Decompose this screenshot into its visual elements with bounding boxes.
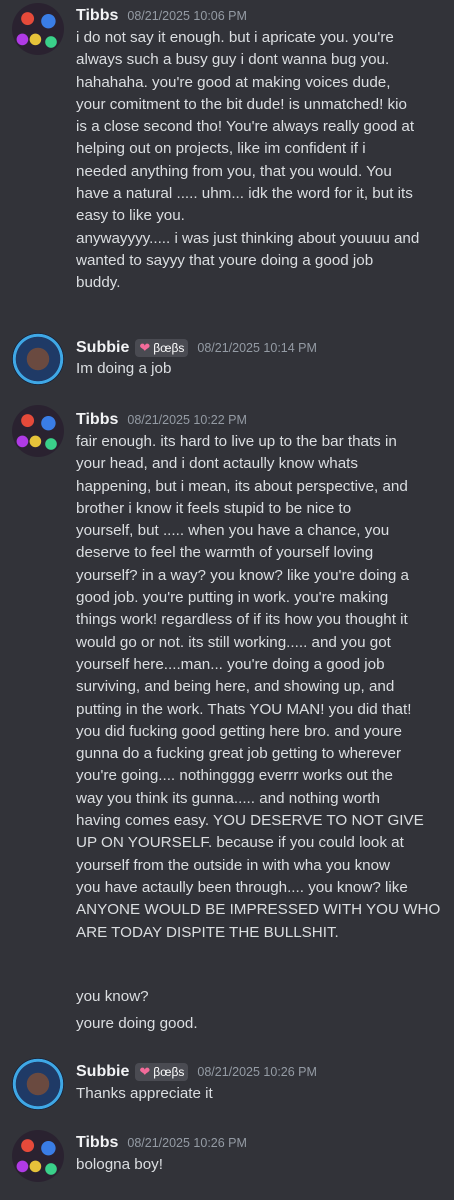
message-line: always such a busy guy i dont wanna bug …	[76, 51, 390, 69]
timestamp: 08/21/2025 10:26 PM	[197, 1065, 317, 1079]
message-line: good job. you're putting in work. you're…	[76, 589, 389, 607]
message-line: youre doing good.	[76, 1015, 198, 1032]
heart-icon: ❤	[139, 340, 151, 355]
message-header: Tibbs 08/21/2025 10:06 PM	[76, 5, 247, 27]
message-header: Subbie ❤ βœβs 08/21/2025 10:14 PM	[76, 337, 317, 359]
avatar[interactable]	[12, 405, 64, 457]
message-header: Tibbs 08/21/2025 10:26 PM	[76, 1132, 247, 1154]
avatar[interactable]	[12, 333, 64, 385]
message-line: ANYONE WOULD BE IMPRESSED WITH YOU WHO	[76, 901, 441, 919]
message-line: bologna boy!	[76, 1156, 163, 1173]
timestamp: 08/21/2025 10:26 PM	[127, 1136, 247, 1150]
message-line: hahahaha. you're good at making voices d…	[76, 73, 391, 91]
message-header: Tibbs 08/21/2025 10:22 PM	[76, 409, 247, 431]
heart-icon: ❤	[139, 1064, 151, 1079]
message-line: your head, and i dont actaully know what…	[76, 455, 358, 473]
author-name[interactable]: Tibbs	[76, 7, 118, 25]
message-content: fair enough. its hard to live up to the …	[76, 431, 448, 944]
message-line: your comitment to the bit dude! is unmat…	[76, 95, 407, 113]
timestamp: 08/21/2025 10:06 PM	[127, 9, 247, 23]
message-header: Subbie ❤ βœβs 08/21/2025 10:26 PM	[76, 1061, 317, 1083]
guild-tag[interactable]: ❤ βœβs	[135, 1063, 189, 1081]
message-line: helping out on projects, like im confide…	[76, 140, 366, 158]
message-content: Thanks appreciate it	[76, 1083, 448, 1105]
message-line: wanted to sayyy that youre doing a good …	[76, 251, 374, 269]
message-line: i do not say it enough. but i apricate y…	[76, 29, 394, 46]
message-line: brother i know it feels stupid to be nic…	[76, 499, 352, 517]
message-content-followup: youre doing good.	[76, 1013, 448, 1035]
message-line: putting in the work. Thats YOU MAN! you …	[76, 700, 412, 718]
message-line: gunna do a fucking great job getting to …	[76, 745, 402, 763]
message-line: having comes easy. YOU DESERVE TO NOT GI…	[76, 812, 424, 830]
message-line: yourself here....man... you're doing a g…	[76, 655, 385, 673]
message-content: bologna boy!	[76, 1154, 448, 1176]
message-content: i do not say it enough. but i apricate y…	[76, 27, 448, 295]
guild-tag[interactable]: ❤ βœβs	[135, 339, 189, 357]
avatar[interactable]	[12, 1130, 64, 1182]
message-line: yourself? in a way? you know? like you'r…	[76, 566, 409, 584]
message-line: fair enough. its hard to live up to the …	[76, 433, 397, 450]
author-name[interactable]: Subbie	[76, 339, 129, 357]
message-line: you're going.... nothingggg everrr works…	[76, 767, 393, 785]
timestamp: 08/21/2025 10:14 PM	[197, 341, 317, 355]
avatar[interactable]	[12, 3, 64, 55]
message-line: things work! regardless of if its how yo…	[76, 611, 408, 629]
message-line: you know?	[76, 988, 149, 1005]
message-line: way you think its gunna..... and nothing…	[76, 789, 380, 807]
message-line: needed anything from you, that you would…	[76, 162, 392, 180]
guild-tag-label: βœβs	[153, 1065, 185, 1079]
message-line: yourself, but ..... when you have a chan…	[76, 522, 390, 540]
message-line: surviving, and being here, and showing u…	[76, 678, 395, 696]
message-line: ARE TODAY DISPITE THE BULLSHIT.	[76, 923, 339, 941]
author-name[interactable]: Tibbs	[76, 1134, 118, 1152]
message-line: you did fucking good getting here bro. a…	[76, 722, 402, 740]
message-line: Im doing a job	[76, 360, 172, 377]
author-name[interactable]: Tibbs	[76, 411, 118, 429]
message-line: would go or not. its still working..... …	[76, 633, 391, 651]
message-line: have a natural ..... uhm... idk the word…	[76, 185, 413, 203]
message-line: you have actaully been through.... you k…	[76, 878, 408, 896]
message-content: Im doing a job	[76, 358, 448, 380]
message-line: buddy.	[76, 274, 121, 292]
message-line: yourself from the outside in with wha yo…	[76, 856, 391, 874]
author-name[interactable]: Subbie	[76, 1063, 129, 1081]
message-line: Thanks appreciate it	[76, 1085, 213, 1102]
avatar[interactable]	[12, 1058, 64, 1110]
guild-tag-label: βœβs	[153, 341, 185, 355]
message-line: anywayyyy..... i was just thinking about…	[76, 229, 420, 247]
message-line: easy to like you.	[76, 207, 185, 225]
message-content-followup: you know?	[76, 986, 448, 1008]
message-line: UP ON YOURSELF. because if you could loo…	[76, 834, 404, 852]
message-line: is a close second tho! You're always rea…	[76, 118, 415, 136]
timestamp: 08/21/2025 10:22 PM	[127, 413, 247, 427]
message-line: deserve to feel the warmth of yourself l…	[76, 544, 374, 562]
message-line: happening, but i mean, its about perspec…	[76, 477, 408, 495]
